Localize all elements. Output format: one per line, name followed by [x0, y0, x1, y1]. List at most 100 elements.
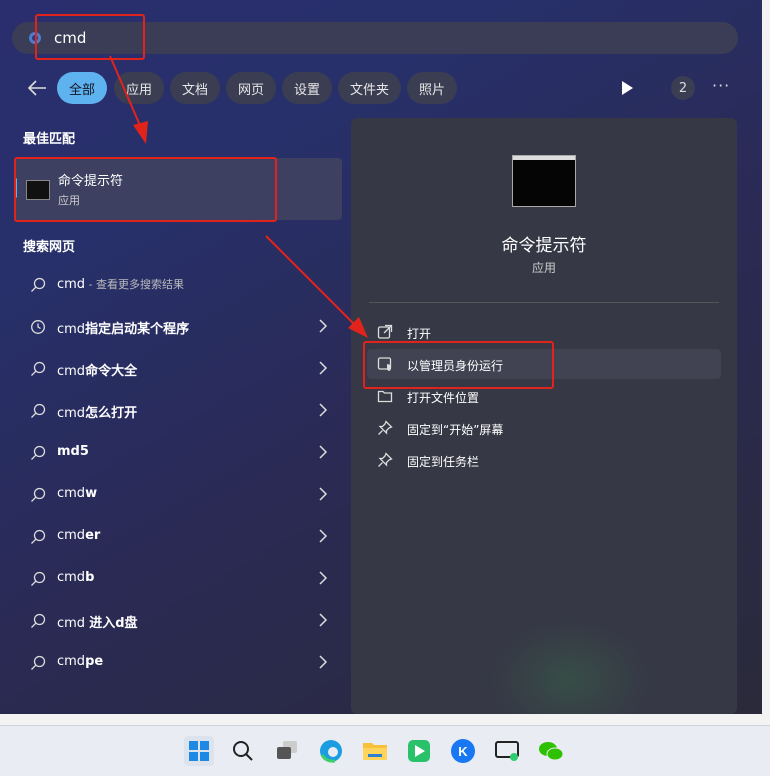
web-result-item[interactable]: cmdw	[20, 474, 350, 516]
start-button[interactable]	[184, 736, 214, 766]
chevron-right-icon[interactable]	[318, 655, 328, 669]
tab-web[interactable]: 网页	[226, 72, 277, 104]
divider	[369, 302, 719, 303]
query-completion: b	[85, 570, 95, 585]
taskbar-search[interactable]	[228, 736, 258, 766]
web-result-item[interactable]: cmder	[20, 516, 350, 558]
result-count-badge[interactable]: 2	[671, 76, 695, 100]
tab-apps[interactable]: 应用	[114, 72, 165, 104]
pin-icon	[378, 452, 393, 467]
detail-app-name: 命令提示符	[501, 236, 587, 256]
task-view-icon	[277, 741, 297, 759]
folder-icon	[363, 743, 387, 760]
web-results-list: cmd - 查看更多搜索结果 cmd指定启动某个程序 cmd命令大全 cmd怎么打开 m…	[20, 264, 350, 684]
k-app[interactable]: K	[448, 736, 478, 766]
action-pin-to-start[interactable]: 固定到“开始”屏幕	[367, 413, 721, 443]
chevron-right-icon[interactable]	[318, 487, 328, 501]
annotation-box-search	[35, 14, 145, 60]
tab-folders[interactable]: 文件夹	[338, 72, 402, 104]
edge-icon	[320, 740, 342, 763]
query-prefix: cmd	[57, 570, 86, 585]
tab-documents[interactable]: 文档	[170, 72, 221, 104]
query-prefix: cmd	[57, 616, 90, 631]
query-completion: 指定启动某个程序	[85, 322, 190, 337]
web-result-label: cmdb	[57, 570, 94, 585]
query-completion: w	[85, 486, 98, 501]
wechat[interactable]	[536, 736, 566, 766]
tab-all[interactable]: 全部	[57, 72, 108, 104]
detail-app-type: 应用	[531, 261, 556, 275]
k-app-icon: K	[451, 739, 475, 763]
query-completion: er	[85, 528, 101, 543]
video-player[interactable]	[404, 736, 434, 766]
tab-photos[interactable]: 照片	[407, 72, 458, 104]
action-label: 固定到“开始”屏幕	[407, 423, 504, 437]
search-icon	[31, 361, 46, 376]
web-result-item[interactable]: cmd怎么打开	[20, 390, 350, 432]
action-pin-to-taskbar[interactable]: 固定到任务栏	[367, 445, 721, 475]
query-suffix: - 查看更多搜索结果	[85, 278, 185, 291]
screen-app[interactable]	[492, 736, 522, 766]
search-icon	[31, 571, 46, 586]
query-prefix: cmd	[57, 406, 86, 421]
query-prefix: cmd	[57, 528, 86, 543]
file-explorer[interactable]	[360, 736, 390, 766]
web-result-label: md5	[57, 444, 89, 459]
web-result-label: cmdpe	[57, 654, 103, 669]
chevron-right-icon[interactable]	[318, 445, 328, 459]
search-icon	[233, 741, 253, 761]
filter-bar: 全部 应用 文档 网页 设置 文件夹 照片 2 ···	[20, 72, 760, 104]
query-prefix: cmd	[57, 486, 86, 501]
back-arrow-icon[interactable]	[26, 78, 48, 98]
chevron-right-icon[interactable]	[318, 319, 328, 333]
edge-browser[interactable]	[316, 736, 346, 766]
web-result-label: cmd指定启动某个程序	[57, 318, 189, 337]
action-label: 打开文件位置	[407, 391, 480, 405]
search-icon	[31, 403, 46, 418]
wechat-icon	[539, 742, 564, 761]
taskbar: K	[0, 725, 770, 776]
search-icon	[31, 277, 46, 292]
web-result-item[interactable]: cmd 进入d盘	[20, 600, 350, 642]
web-result-item[interactable]: cmdb	[20, 558, 350, 600]
web-result-label: cmdw	[57, 486, 97, 501]
chevron-right-icon[interactable]	[318, 361, 328, 375]
web-result-item[interactable]: cmdpe	[20, 642, 350, 684]
web-result-item[interactable]: cmd命令大全	[20, 348, 350, 390]
web-result-item[interactable]: md5	[20, 432, 350, 474]
web-result-item[interactable]: cmd - 查看更多搜索结果	[20, 264, 350, 306]
open-external-icon	[377, 324, 393, 339]
web-result-label: cmd命令大全	[57, 360, 137, 379]
query-prefix: cmd	[57, 322, 86, 337]
folder-icon	[377, 390, 393, 403]
chevron-right-icon[interactable]	[318, 613, 328, 627]
web-result-label: cmd 进入d盘	[57, 612, 138, 631]
chevron-right-icon[interactable]	[318, 571, 328, 585]
cmd-large-icon	[512, 155, 576, 207]
play-video-icon	[408, 740, 430, 762]
more-options-button[interactable]: ···	[712, 76, 730, 95]
search-icon	[31, 529, 46, 544]
play-icon[interactable]	[620, 80, 634, 96]
query-completion: 进入d盘	[89, 616, 138, 631]
pin-icon	[378, 420, 393, 435]
tab-settings[interactable]: 设置	[282, 72, 333, 104]
monitor-icon	[495, 741, 519, 761]
chevron-right-icon[interactable]	[318, 529, 328, 543]
action-label: 固定到任务栏	[407, 455, 480, 469]
web-result-item[interactable]: cmd指定启动某个程序	[20, 306, 350, 348]
action-label: 打开	[407, 327, 432, 341]
chevron-right-icon[interactable]	[318, 403, 328, 417]
query-completion: 怎么打开	[85, 406, 138, 421]
query-prefix: cmd	[57, 364, 86, 379]
web-result-label: cmd - 查看更多搜索结果	[57, 276, 184, 292]
search-icon	[31, 487, 46, 502]
query-completion: pe	[85, 654, 104, 669]
web-result-label: cmd怎么打开	[57, 402, 137, 421]
search-icon	[31, 613, 46, 628]
annotation-box-best-match	[14, 157, 277, 222]
annotation-box-run-as-admin	[363, 341, 554, 389]
query-completion: md5	[57, 444, 89, 459]
task-view-button[interactable]	[272, 736, 302, 766]
search-icon	[31, 445, 46, 460]
